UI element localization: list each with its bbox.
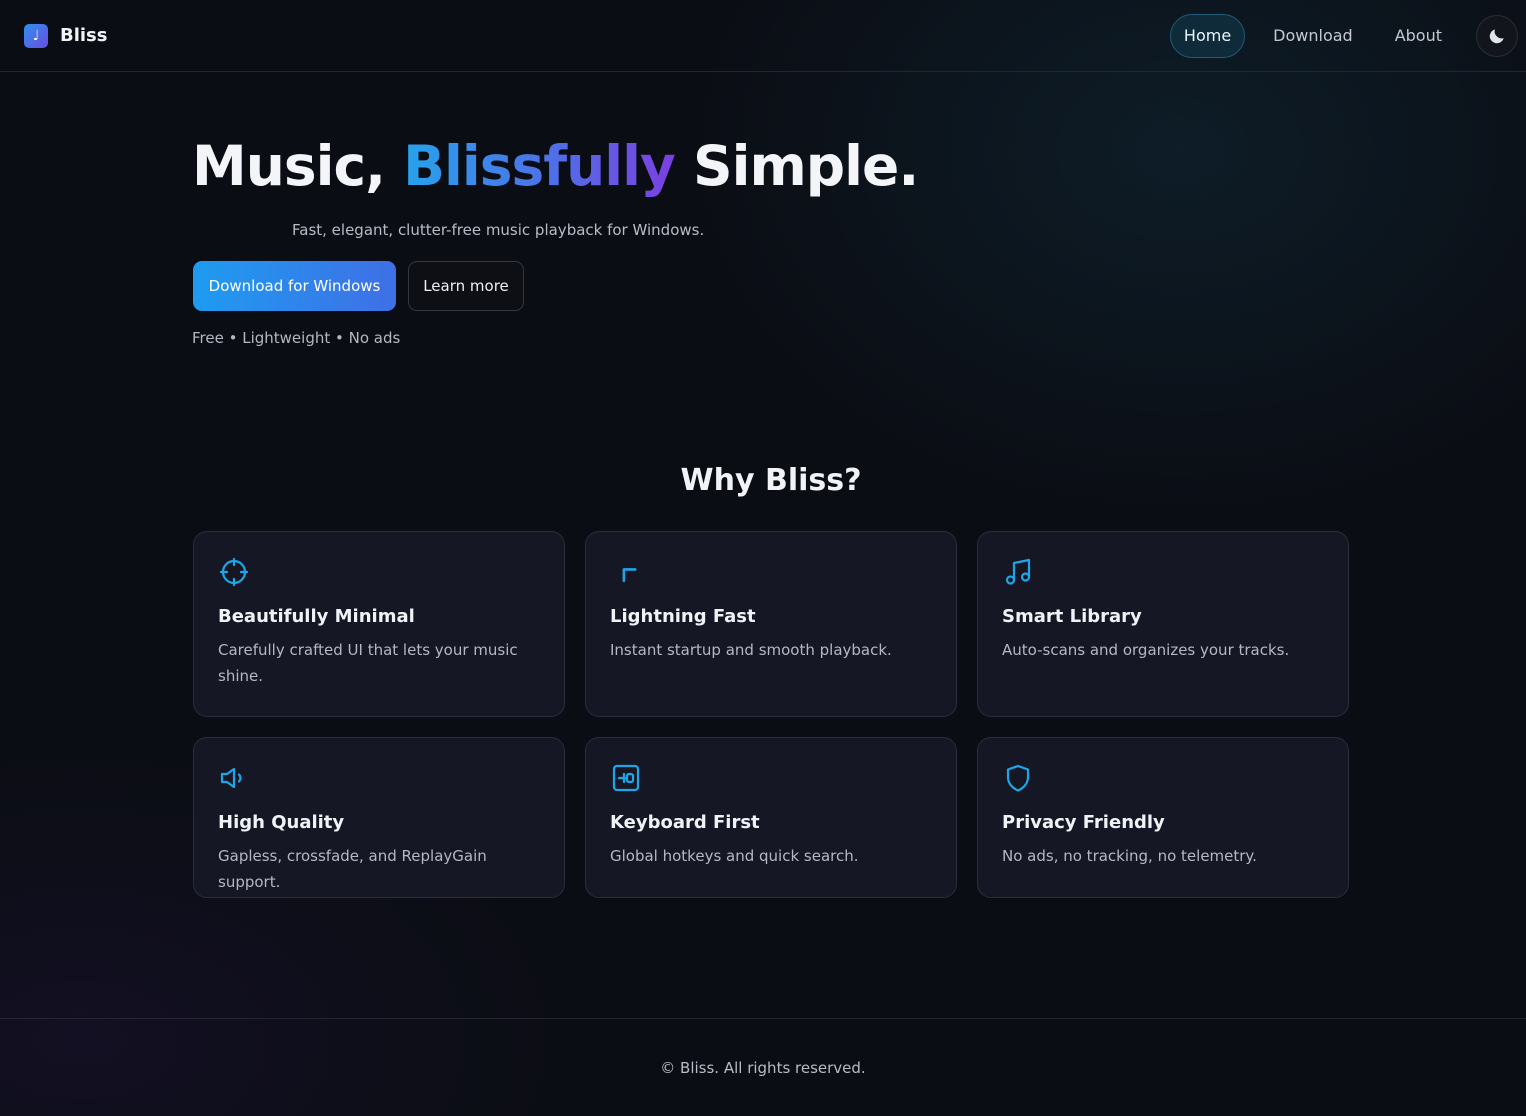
- top-navbar: ♩ Bliss Home Download About: [0, 0, 1526, 72]
- features-title: Why Bliss?: [680, 463, 862, 498]
- hero-title: Music, Blissfully Simple.: [192, 134, 919, 198]
- shield-icon: [1006, 764, 1030, 792]
- feature-card: High Quality Gapless, crossfade, and Rep…: [193, 737, 565, 898]
- nav-about[interactable]: About: [1381, 14, 1456, 58]
- feature-title: Lightning Fast: [610, 606, 756, 627]
- feature-card: Beautifully Minimal Carefully crafted UI…: [193, 531, 565, 717]
- feature-description: Global hotkeys and quick search.: [610, 847, 859, 865]
- feature-card: Keyboard First Global hotkeys and quick …: [585, 737, 957, 898]
- hero-title-highlight: Blissfully: [403, 134, 676, 198]
- hero-subtitle: Fast, elegant, clutter-free music playba…: [292, 221, 705, 239]
- feature-card: Smart Library Auto-scans and organizes y…: [977, 531, 1349, 717]
- feature-card: Privacy Friendly No ads, no tracking, no…: [977, 737, 1349, 898]
- music-note-icon: ♩: [24, 23, 48, 48]
- feature-description: Auto-scans and organizes your tracks.: [1002, 641, 1290, 659]
- footer: © Bliss. All rights reserved.: [0, 1018, 1526, 1116]
- moon-icon: [1489, 28, 1504, 43]
- brand[interactable]: ♩ Bliss: [24, 23, 108, 48]
- nav-download[interactable]: Download: [1259, 14, 1367, 58]
- hero-title-part1: Music,: [192, 134, 404, 198]
- feature-title: Beautifully Minimal: [218, 606, 415, 627]
- feature-description: Carefully crafted UI that lets your musi…: [218, 641, 518, 685]
- feature-description: Gapless, crossfade, and ReplayGain suppo…: [218, 847, 487, 891]
- keyboard-icon: [612, 764, 640, 792]
- feature-title: Smart Library: [1002, 606, 1142, 627]
- feature-description: No ads, no tracking, no telemetry.: [1002, 847, 1257, 865]
- feature-title: Keyboard First: [610, 812, 760, 833]
- page: ♩ Bliss Home Download About Music, Bliss…: [0, 0, 1526, 1116]
- hero-tagline: Free • Lightweight • No ads: [192, 329, 401, 347]
- music-notes-icon: [1005, 558, 1031, 585]
- copyright-text: © Bliss. All rights reserved.: [660, 1058, 866, 1077]
- speaker-icon: [220, 767, 242, 789]
- chevron-up-left-icon: [622, 568, 637, 583]
- features-grid: Beautifully Minimal Carefully crafted UI…: [193, 531, 1349, 898]
- main-nav: Home Download About: [1169, 13, 1518, 58]
- feature-card: Lightning Fast Instant startup and smoot…: [585, 531, 957, 717]
- hero-title-part2: Simple.: [674, 134, 919, 198]
- crosshair-icon: [219, 557, 249, 587]
- learn-more-button[interactable]: Learn more: [408, 261, 524, 311]
- feature-title: High Quality: [218, 812, 345, 833]
- theme-toggle-button[interactable]: [1476, 14, 1518, 57]
- nav-home[interactable]: Home: [1169, 13, 1246, 58]
- feature-description: Instant startup and smooth playback.: [610, 641, 892, 659]
- download-for-windows-button[interactable]: Download for Windows: [193, 261, 396, 311]
- feature-title: Privacy Friendly: [1002, 812, 1165, 833]
- brand-name: Bliss: [60, 25, 108, 46]
